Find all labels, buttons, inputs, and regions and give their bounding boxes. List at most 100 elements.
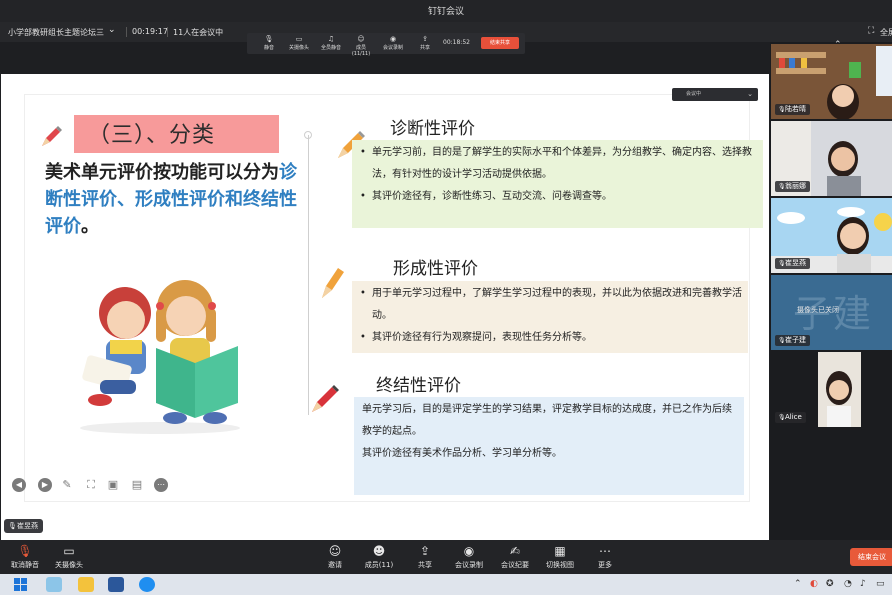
mic-icon: 🎙 — [778, 414, 786, 421]
divider — [126, 27, 127, 37]
pencil-icon — [312, 385, 339, 412]
share-share-button[interactable]: ⇪ 共享 — [411, 35, 439, 53]
participant-tile[interactable]: 🎙 翁丽娜 — [771, 121, 892, 196]
share-members-button[interactable]: ☺ 成员(11/11) — [347, 35, 375, 57]
share-mic-button[interactable]: 🎙 静音 — [255, 35, 283, 53]
stop-share-button[interactable]: 结束共享 — [481, 37, 519, 49]
share-toolbar: 🎙 静音 ▭ 关摄像头 ♫ 全员静音 ☺ 成员(11/11) ◉ 会议录制 ⇪ 共享 00:… — [247, 33, 525, 57]
share-record-button[interactable]: ◉ 会议录制 — [379, 35, 407, 53]
share-camera-label: 关摄像头 — [288, 45, 309, 51]
camera-icon: ▭ — [63, 544, 75, 558]
timeline-line — [308, 135, 309, 415]
window-titlebar: 钉钉会议 — [0, 0, 892, 22]
edge-icon[interactable] — [46, 577, 62, 592]
next-slide-icon[interactable]: ▶ — [38, 478, 52, 492]
children-reading-illustration — [80, 280, 240, 434]
switch-view-button[interactable]: ▦ 切换视图 — [543, 544, 577, 572]
participant-name: 陆若晴 — [785, 105, 806, 113]
minutes-button[interactable]: ✍ 会议纪要 — [498, 544, 532, 572]
participant-tile[interactable]: 子建 摄像头已关闭 🎙 崔子建 — [771, 275, 892, 350]
share-mute-all-button[interactable]: ♫ 全员静音 — [317, 35, 345, 53]
pencil-icon — [42, 126, 62, 146]
share-button[interactable]: ⇪ 共享 — [412, 544, 438, 572]
participant-name: 崔子建 — [785, 336, 806, 344]
invite-button[interactable]: ☺ 邀请 — [322, 544, 348, 572]
video-icon[interactable]: ▣ — [106, 478, 120, 492]
desc-text-end: 。 — [81, 216, 99, 237]
minutes-icon: ✍ — [509, 544, 521, 558]
focus-icon[interactable]: ⛶ — [84, 478, 98, 492]
fullscreen-label[interactable]: 全屏 — [880, 27, 892, 38]
os-taskbar: ⌃ ◐ ✪ ◔ ♪ ▭ — [0, 574, 892, 595]
section-item: 单元学习前，目的是了解学生的实际水平和个体差异，为分组教学、确定内容、选择教法，… — [358, 142, 757, 186]
fullscreen-icon[interactable]: ⛶ — [868, 26, 874, 36]
camera-button[interactable]: ▭ 关摄像头 — [52, 544, 86, 572]
invite-icon: ☺ — [328, 544, 342, 558]
section-item: 用于单元学习过程中，了解学生学习过程中的表现，并以此为依据改进和完善教学活动。 — [358, 283, 742, 327]
participant-name-tag: 🎙 Alice — [775, 412, 806, 423]
record-icon: ◉ — [463, 544, 475, 558]
meeting-toolbar: 🎙 取消静音 ▭ 关摄像头 ☺ 邀请 ☻ 成员(11) ⇪ 共享 ◉ 会议录制 ✍ 会议纪要 … — [0, 540, 892, 574]
camera-off-label: 摄像头已关闭 — [797, 306, 839, 314]
invite-label: 邀请 — [328, 561, 342, 569]
camera-label: 关摄像头 — [55, 561, 83, 569]
word-icon[interactable] — [108, 577, 124, 592]
participant-name: 崔昱燕 — [785, 259, 806, 267]
chevron-down-icon[interactable]: ⌄ — [108, 25, 116, 35]
share-camera-button[interactable]: ▭ 关摄像头 — [285, 35, 313, 53]
members-label: 成员(11) — [364, 561, 394, 569]
tray-app-icon[interactable]: ◐ — [810, 579, 818, 589]
mute-label: 取消静音 — [11, 561, 39, 569]
meeting-title[interactable]: 小学部教研组长主题论坛三 — [8, 27, 104, 38]
record-label: 会议录制 — [455, 561, 483, 569]
prev-slide-icon[interactable]: ◀ — [12, 478, 26, 492]
volume-icon[interactable]: ♪ — [860, 579, 866, 589]
participant-name-tag: 🎙 崔昱燕 — [775, 258, 810, 269]
participant-tile[interactable]: 🎙 Alice — [771, 352, 892, 427]
divider — [167, 27, 168, 37]
mute-button[interactable]: 🎙 取消静音 — [8, 544, 42, 572]
chevron-down-icon: ⌄ — [747, 90, 753, 98]
section-item: 其评价途径有美术作品分析、学习单分析等。 — [362, 448, 562, 459]
mic-icon: 🎙 — [778, 260, 786, 267]
share-icon: ⇪ — [419, 544, 431, 558]
participant-tile[interactable]: 🎙 陆若晴 — [771, 44, 892, 119]
section-box-formative: 用于单元学习过程中，了解学生学习过程中的表现，并以此为依据改进和完善教学活动。 … — [352, 281, 748, 353]
tray-app-icon[interactable]: ✪ — [826, 579, 834, 589]
members-button[interactable]: ☻ 成员(11) — [362, 544, 396, 572]
camera-icon: ▭ — [295, 35, 303, 43]
more-icon[interactable]: ⋯ — [154, 478, 168, 492]
section-item: 其评价途径有行为观察提问，表现性任务分析等。 — [358, 327, 742, 349]
mute-all-icon: ♫ — [327, 35, 335, 43]
end-meeting-button[interactable]: 结束会议 — [850, 548, 892, 566]
section-title-diagnostic: 诊断性评价 — [390, 119, 475, 139]
camera-select[interactable]: 会议中 ⌄ — [672, 88, 758, 101]
wifi-icon[interactable]: ◔ — [844, 579, 852, 589]
subtitle-icon[interactable]: ▤ — [130, 478, 144, 492]
participant-panel: ⌃ 🎙陆若晴 🎙翁丽娜 — [770, 40, 892, 540]
mic-icon: 🎙 — [778, 106, 786, 113]
dingtalk-icon[interactable] — [139, 577, 155, 592]
share-label: 共享 — [418, 561, 432, 569]
pen-icon[interactable]: ✎ — [60, 478, 74, 492]
share-timer: 00:18:52 — [443, 39, 470, 46]
members-icon: ☻ — [372, 544, 386, 558]
participant-tile[interactable]: 🎙 崔昱燕 — [771, 198, 892, 273]
tray-chevron-icon[interactable]: ⌃ — [794, 579, 802, 589]
slide-heading: （三）、分类 — [88, 123, 216, 148]
mic-icon: 🎙 — [264, 35, 274, 43]
active-speaker-tag: 🎙 崔昱燕 — [4, 519, 43, 533]
record-button[interactable]: ◉ 会议录制 — [452, 544, 486, 572]
battery-icon[interactable]: ▭ — [876, 579, 885, 589]
mic-icon: 🎙 — [8, 522, 17, 530]
pencil-icon — [322, 268, 344, 298]
file-explorer-icon[interactable] — [78, 577, 94, 592]
app-title: 钉钉会议 — [427, 7, 464, 17]
windows-start-icon[interactable] — [14, 578, 28, 591]
section-title-formative: 形成性评价 — [393, 259, 478, 279]
mic-muted-icon: 🎙 — [17, 544, 33, 558]
members-icon: ☺ — [357, 35, 365, 43]
share-record-label: 会议录制 — [382, 45, 403, 51]
share-share-label: 共享 — [419, 45, 430, 51]
more-button[interactable]: ⋯ 更多 — [592, 544, 618, 572]
